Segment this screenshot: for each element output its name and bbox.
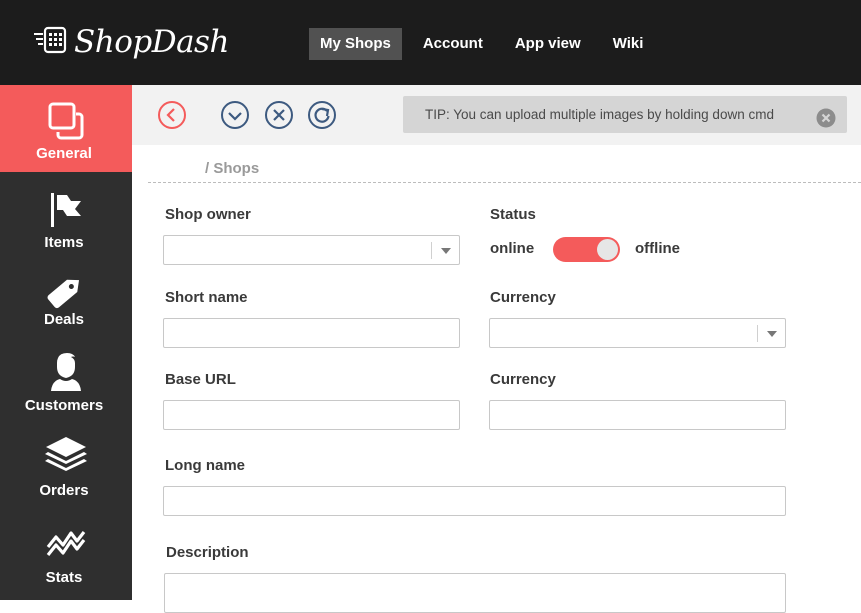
tip-close-button[interactable] xyxy=(816,105,836,128)
toggle-knob xyxy=(597,239,618,260)
sidebar-item-label: Orders xyxy=(39,482,89,499)
base-url-label: Base URL xyxy=(165,371,236,388)
logo-icon xyxy=(32,25,68,60)
sidebar: General Items Deals Customers Orders Sta… xyxy=(0,85,132,600)
main-nav: My Shops Account App view Wiki xyxy=(309,28,664,60)
sidebar-item-label: Deals xyxy=(43,311,85,328)
tip-text: TIP: You can upload multiple images by h… xyxy=(425,107,774,122)
copy-icon xyxy=(0,101,132,141)
back-button[interactable] xyxy=(157,100,187,130)
long-name-input[interactable] xyxy=(163,486,786,516)
status-label: Status xyxy=(490,206,536,223)
description-label: Description xyxy=(166,544,249,561)
expand-button[interactable] xyxy=(220,100,250,130)
status-online-label: online xyxy=(490,240,535,257)
description-input[interactable] xyxy=(164,573,786,613)
sidebar-item-label: General xyxy=(36,145,92,162)
nav-my-shops[interactable]: My Shops xyxy=(309,28,402,60)
sidebar-item-label: Items xyxy=(44,234,84,251)
chevron-down-icon xyxy=(757,325,785,342)
trend-icon xyxy=(0,523,132,557)
sidebar-item-customers[interactable]: Customers xyxy=(0,338,132,424)
shop-owner-label: Shop owner xyxy=(165,206,251,223)
refresh-button[interactable] xyxy=(307,100,337,130)
nav-app-view[interactable]: App view xyxy=(504,28,592,60)
short-name-label: Short name xyxy=(165,289,248,306)
nav-wiki[interactable]: Wiki xyxy=(602,28,655,60)
top-bar: ShopDash My Shops Account App view Wiki xyxy=(0,0,861,85)
currency-input[interactable] xyxy=(489,400,786,430)
long-name-label: Long name xyxy=(165,457,246,474)
breadcrumb[interactable]: / Shops xyxy=(205,160,259,177)
logo-text: ShopDash xyxy=(74,24,229,60)
sidebar-item-deals[interactable]: Deals xyxy=(0,258,132,338)
chevron-left-icon xyxy=(158,101,186,129)
sidebar-item-orders[interactable]: Orders xyxy=(0,424,132,511)
refresh-icon xyxy=(308,101,336,129)
breadcrumb-divider xyxy=(148,182,861,183)
close-button[interactable] xyxy=(264,100,294,130)
sidebar-item-items[interactable]: Items xyxy=(0,172,132,258)
logo[interactable]: ShopDash xyxy=(32,22,229,62)
chevron-down-icon xyxy=(221,101,249,129)
status-offline-label: offline xyxy=(635,240,680,257)
sidebar-item-label: Stats xyxy=(45,569,83,586)
currency-input-label: Currency xyxy=(490,371,556,388)
nav-account[interactable]: Account xyxy=(412,28,494,60)
close-icon xyxy=(265,101,293,129)
close-circle-icon xyxy=(816,108,836,128)
shop-owner-select[interactable] xyxy=(163,235,460,265)
chevron-down-icon xyxy=(431,242,459,259)
sidebar-item-label: Customers xyxy=(24,397,104,414)
user-icon xyxy=(0,352,132,392)
sidebar-item-general[interactable]: General xyxy=(0,85,132,172)
layers-icon xyxy=(0,434,132,474)
currency-select-label: Currency xyxy=(490,289,556,306)
tag-icon xyxy=(0,273,132,309)
short-name-input[interactable] xyxy=(163,318,460,348)
base-url-input[interactable] xyxy=(163,400,460,430)
status-toggle[interactable] xyxy=(553,237,620,262)
flag-icon xyxy=(0,191,132,229)
sidebar-item-stats[interactable]: Stats xyxy=(0,511,132,597)
currency-select[interactable] xyxy=(489,318,786,348)
tip-banner: TIP: You can upload multiple images by h… xyxy=(403,96,847,133)
